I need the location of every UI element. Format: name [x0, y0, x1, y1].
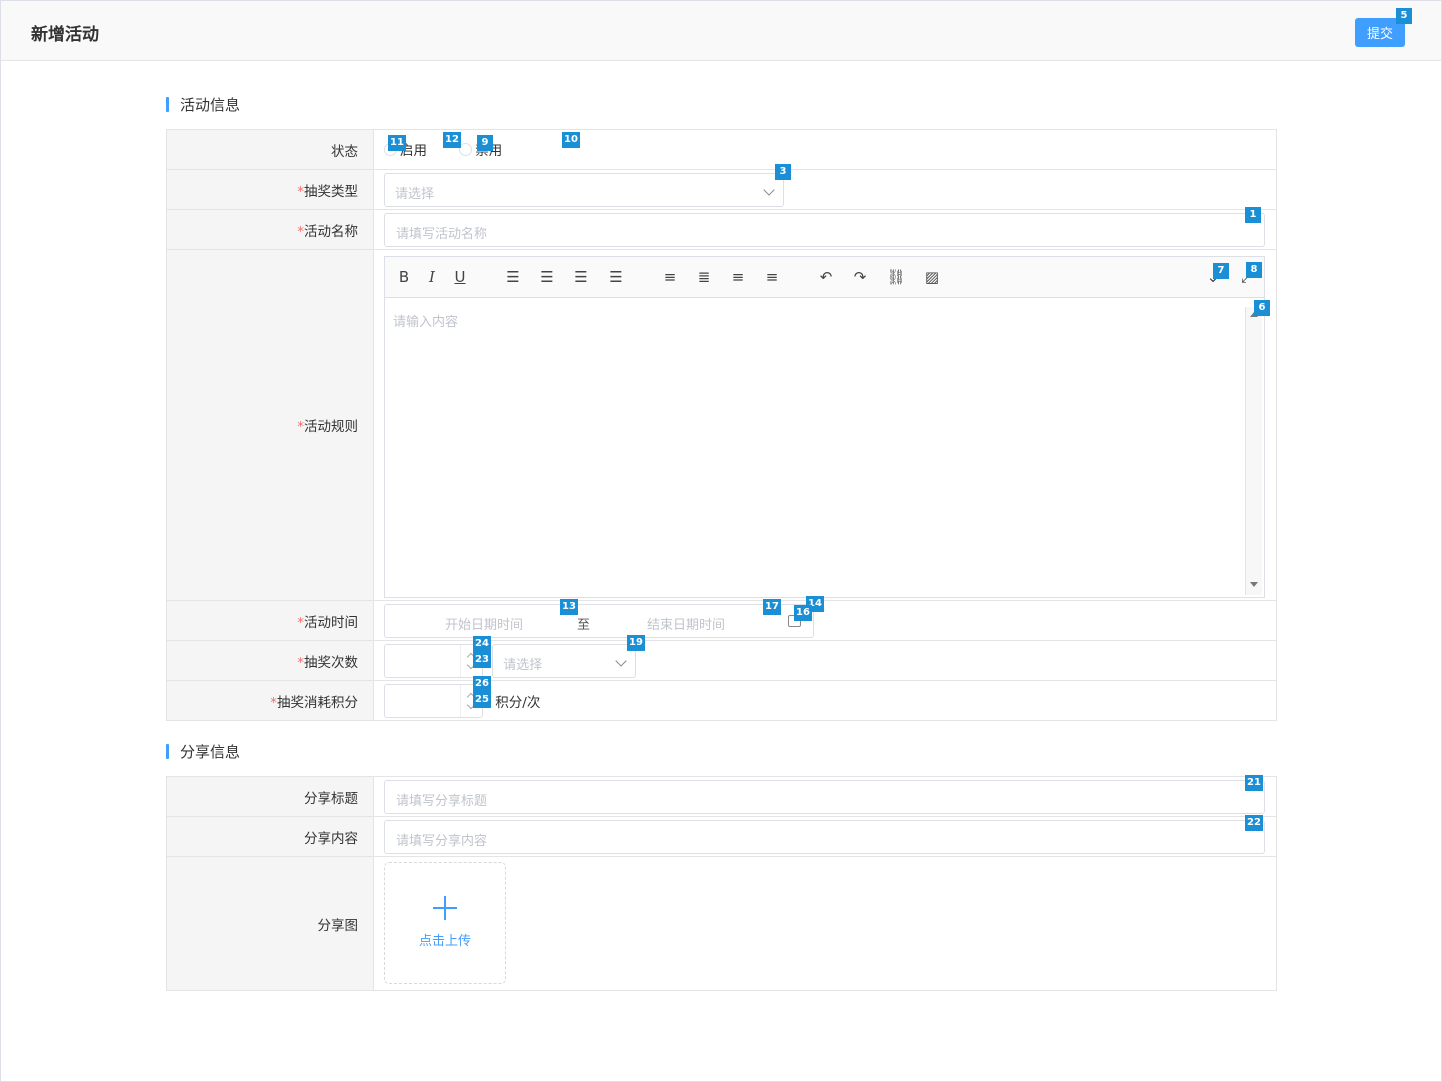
badge: 11 — [388, 135, 406, 151]
share-content-label: 分享内容 — [166, 816, 374, 857]
draw-count-label: *抽奖次数 — [166, 640, 374, 681]
status-radio-group: 启用 禁用 — [373, 129, 1277, 170]
badge: 16 — [794, 605, 812, 621]
top-bar: 新增活动 提交 — [1, 1, 1441, 61]
plus-icon[interactable] — [433, 896, 457, 920]
badge: 22 — [1245, 815, 1263, 831]
cost-points-label: *抽奖消耗积分 — [166, 680, 374, 721]
badge: 9 — [477, 135, 493, 151]
section-title-share: 分享信息 — [166, 741, 240, 762]
italic-icon[interactable]: I — [422, 267, 442, 287]
range-separator: 至 — [577, 617, 591, 633]
share-title-label: 分享标题 — [166, 776, 374, 817]
end-datetime-input[interactable]: 结束日期时间 — [647, 614, 725, 633]
badge: 12 — [443, 132, 461, 148]
badge: 17 — [763, 599, 781, 615]
badge: 1 — [1245, 207, 1261, 223]
rich-text-editor[interactable]: B I U ☰ ☰ ☰ ☰ ≡ ≣ ≡ ≡ ↶ ↷ ⛓ ▨ ⌄ ⤢ — [384, 256, 1265, 598]
section-title-activity: 活动信息 — [166, 94, 240, 115]
editor-scrollbar[interactable] — [1245, 307, 1262, 595]
bold-icon[interactable]: B — [394, 267, 414, 287]
start-datetime-input[interactable]: 开始日期时间 — [445, 614, 523, 633]
activity-name-input[interactable]: 请填写活动名称 — [384, 212, 1265, 247]
lottery-type-label: *抽奖类型 — [166, 169, 374, 210]
badge: 24 — [473, 636, 491, 652]
underline-icon[interactable]: U — [450, 267, 470, 287]
share-form-table: 分享标题 请填写分享标题 分享内容 请填写分享内容 分享图 点击上传 — [166, 776, 1277, 991]
chevron-down-icon — [615, 654, 627, 668]
page-title: 新增活动 — [31, 25, 99, 45]
activity-time-label: *活动时间 — [166, 600, 374, 641]
cost-points-stepper[interactable] — [384, 683, 483, 718]
share-image-label: 分享图 — [166, 856, 374, 991]
chevron-down-icon — [763, 183, 775, 197]
badge: 7 — [1213, 263, 1229, 279]
link-icon[interactable]: ⛓ — [886, 267, 906, 287]
badge: 3 — [775, 164, 791, 180]
activity-time-range-picker[interactable]: 开始日期时间 至 结束日期时间 — [384, 603, 814, 638]
share-image-upload[interactable]: 点击上传 — [384, 862, 506, 984]
bullet-list-icon[interactable]: ☰ — [503, 267, 523, 287]
badge: 25 — [473, 692, 491, 708]
redo-icon[interactable]: ↷ — [850, 267, 870, 287]
badge: 21 — [1245, 775, 1263, 791]
badge: 13 — [560, 599, 578, 615]
undo-icon[interactable]: ↶ — [816, 267, 836, 287]
badge: 8 — [1246, 262, 1262, 278]
status-label: 状态 — [166, 129, 374, 170]
editor-toolbar: B I U ☰ ☰ ☰ ☰ ≡ ≣ ≡ ≡ ↶ ↷ ⛓ ▨ ⌄ ⤢ — [385, 257, 1264, 298]
outdent-icon[interactable]: ☰ — [571, 267, 591, 287]
cost-points-unit: 积分/次 — [495, 694, 541, 711]
badge: 26 — [473, 676, 491, 692]
badge: 5 — [1396, 8, 1412, 24]
upload-label[interactable]: 点击上传 — [385, 930, 505, 949]
badge: 19 — [627, 635, 645, 651]
align-center-icon[interactable]: ≡ — [660, 267, 680, 287]
align-left-icon[interactable]: ≡ — [728, 267, 748, 287]
align-justify-icon[interactable]: ≣ — [694, 267, 714, 287]
image-icon[interactable]: ▨ — [922, 267, 942, 287]
draw-count-stepper[interactable] — [384, 643, 483, 678]
radio-circle-icon[interactable] — [459, 142, 473, 156]
lottery-type-select[interactable]: 请选择 — [384, 172, 784, 207]
activity-form-table: 状态 启用 禁用 *抽奖类型 请选择 *活动名称 请填写活动名称 *活动规则 B — [166, 129, 1277, 721]
numbered-list-icon[interactable]: ☰ — [537, 267, 557, 287]
align-right-icon[interactable]: ≡ — [762, 267, 782, 287]
rules-label: *活动规则 — [166, 249, 374, 601]
draw-count-period-select[interactable]: 请选择 — [492, 643, 637, 678]
badge: 10 — [562, 132, 580, 148]
indent-icon[interactable]: ☰ — [606, 267, 626, 287]
scroll-down-icon[interactable] — [1250, 582, 1258, 587]
share-content-input[interactable]: 请填写分享内容 — [384, 819, 1265, 854]
badge: 6 — [1254, 300, 1270, 316]
activity-name-label: *活动名称 — [166, 209, 374, 250]
badge: 23 — [473, 652, 491, 668]
share-title-input[interactable]: 请填写分享标题 — [384, 779, 1265, 814]
